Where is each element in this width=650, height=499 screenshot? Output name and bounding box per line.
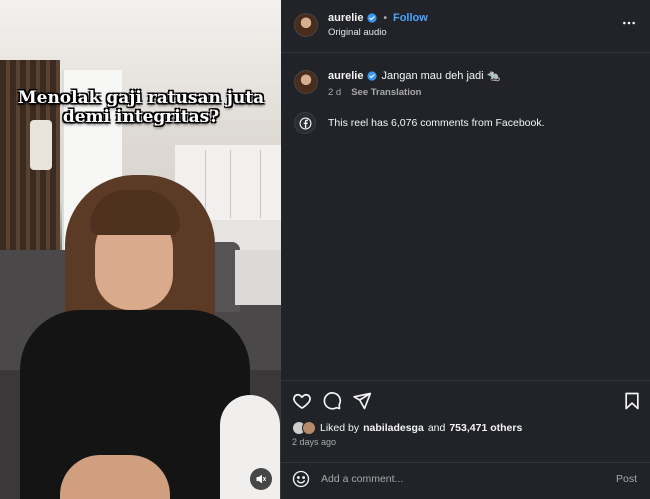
liker-avatar[interactable] [302, 421, 316, 435]
see-translation-button[interactable]: See Translation [351, 87, 421, 98]
heart-icon[interactable] [292, 391, 312, 411]
author-avatar[interactable] [294, 13, 318, 37]
header-divider [281, 52, 650, 53]
post-comment-button[interactable]: Post [616, 473, 637, 485]
more-options-icon[interactable] [622, 16, 636, 30]
author-row: aurelie • Follow [328, 12, 428, 24]
caption-line-1: Menolak gaji ratusan juta [17, 88, 265, 108]
caption-username[interactable]: aurelie [328, 70, 363, 82]
original-audio-link[interactable]: Original audio [328, 27, 387, 38]
facebook-comments-notice: This reel has 6,076 comments from Facebo… [294, 112, 545, 134]
facebook-icon-wrap [294, 112, 316, 134]
comment-box: Post [281, 463, 650, 499]
emoji-icon[interactable] [292, 470, 310, 488]
likes-user[interactable]: nabiladesga [363, 422, 424, 434]
likes-conjunction: and [427, 422, 446, 434]
video-cabinet-seam [230, 150, 231, 218]
comment-input[interactable] [321, 469, 591, 489]
caption-line-2: demi integritas? [62, 107, 220, 127]
reel-video[interactable]: Menolak gaji ratusan juta demi integrita… [0, 0, 281, 499]
facebook-icon [299, 117, 311, 129]
separator-dot: • [383, 12, 387, 24]
likes-others[interactable]: 753,471 others [449, 422, 522, 434]
facebook-notice-text: This reel has 6,076 comments from Facebo… [328, 117, 545, 129]
send-icon[interactable] [352, 391, 372, 411]
post-timestamp: 2 days ago [292, 437, 337, 447]
follow-button[interactable]: Follow [393, 12, 428, 24]
reel-details-panel: aurelie • Follow Original audio aurelie … [281, 0, 650, 499]
caption-text: Jangan mau deh jadi 🐀 [381, 70, 501, 82]
post-header: aurelie • Follow Original audio [281, 0, 650, 52]
speaker-muted-icon [256, 475, 266, 483]
verified-badge-icon [367, 70, 378, 81]
author-username[interactable]: aurelie [328, 12, 363, 24]
likes-prefix: Liked by [320, 422, 360, 434]
mute-button[interactable] [250, 468, 272, 490]
post-caption: aurelie Jangan mau deh jadi 🐀 [328, 69, 501, 83]
action-bar [292, 391, 642, 411]
likes-summary: Liked by nabiladesga and 753,471 others [292, 421, 522, 435]
video-cabinet-seam [205, 150, 206, 218]
actions-divider [281, 380, 650, 381]
verified-badge-icon [367, 13, 378, 23]
video-lamp [30, 120, 52, 170]
bookmark-icon[interactable] [622, 391, 642, 411]
caption-author-avatar[interactable] [294, 70, 318, 94]
caption-time: 2 d [328, 87, 342, 98]
video-cabinet-seam [260, 150, 261, 218]
caption-meta: 2 d See Translation [328, 87, 421, 98]
video-fridge [235, 250, 281, 305]
comment-icon[interactable] [322, 391, 342, 411]
video-caption: Menolak gaji ratusan juta demi integrita… [10, 89, 272, 127]
